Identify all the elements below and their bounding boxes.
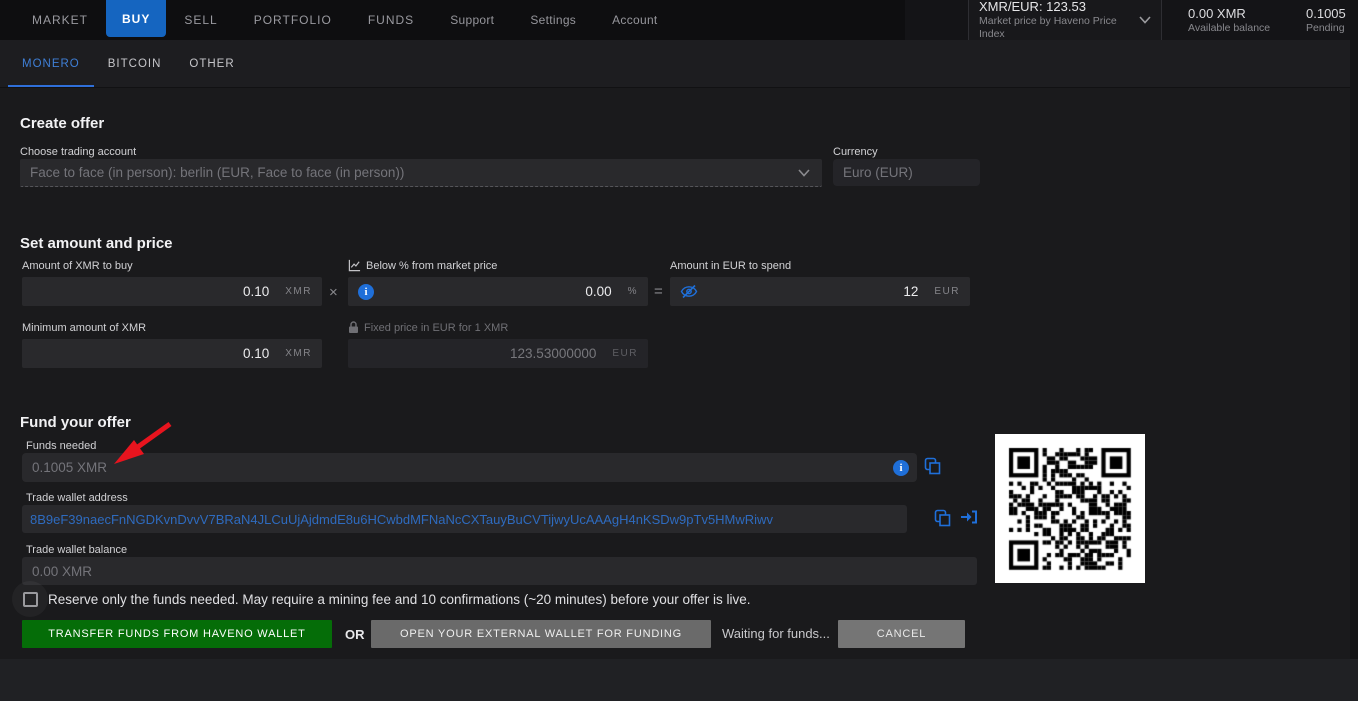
app-window: MARKET BUY SELL PORTFOLIO FUNDS Support … xyxy=(0,0,1350,659)
copy-icon[interactable] xyxy=(934,509,951,527)
chevron-down-icon xyxy=(1139,16,1151,24)
tab-other[interactable]: OTHER xyxy=(175,40,248,87)
nav-item-account[interactable]: Account xyxy=(594,0,675,40)
nav-item-settings[interactable]: Settings xyxy=(512,0,594,40)
nav-item-funds[interactable]: FUNDS xyxy=(350,0,432,40)
fixed-price-label: Fixed price in EUR for 1 XMR xyxy=(364,322,508,334)
copy-icon[interactable] xyxy=(924,457,941,475)
fixed-price-value: 123.53000000 xyxy=(510,346,596,361)
min-amount-suffix: XMR xyxy=(285,348,312,359)
nav-item-sell[interactable]: SELL xyxy=(166,0,235,40)
multiply-operator: × xyxy=(329,284,338,301)
checkbox-ripple xyxy=(12,581,48,617)
info-icon[interactable]: i xyxy=(893,460,909,476)
nav-item-buy[interactable]: BUY xyxy=(106,0,166,37)
amount-eur-label: Amount in EUR to spend xyxy=(670,260,791,272)
waiting-for-funds-text: Waiting for funds... xyxy=(722,626,830,641)
reserve-funds-option: Reserve only the funds needed. May requi… xyxy=(12,581,751,617)
tab-bitcoin[interactable]: BITCOIN xyxy=(94,40,176,87)
min-amount-value: 0.10 xyxy=(243,346,269,361)
amount-xmr-suffix: XMR xyxy=(285,286,312,297)
amount-xmr-label: Amount of XMR to buy xyxy=(22,260,133,272)
market-price-source: Market price by Haveno Price Index xyxy=(979,15,1125,41)
funding-qr-code xyxy=(995,434,1145,583)
min-amount-label: Minimum amount of XMR xyxy=(22,322,146,334)
cancel-button[interactable]: CANCEL xyxy=(838,620,965,648)
amount-xmr-value: 0.10 xyxy=(243,284,269,299)
main-nav: MARKET BUY SELL PORTFOLIO FUNDS Support … xyxy=(14,0,676,40)
amount-price-title: Set amount and price xyxy=(20,235,173,252)
available-balance: 0.00 XMR Available balance xyxy=(1188,6,1288,35)
pct-below-market-label: Below % from market price xyxy=(366,260,497,272)
amount-eur-suffix: EUR xyxy=(934,286,960,297)
reserve-funds-label: Reserve only the funds needed. May requi… xyxy=(48,592,751,607)
eye-slash-icon[interactable] xyxy=(680,284,698,299)
top-navigation: MARKET BUY SELL PORTFOLIO FUNDS Support … xyxy=(0,0,1350,40)
amount-eur-input[interactable]: 12 EUR xyxy=(670,277,970,306)
amount-eur-value: 12 xyxy=(903,284,918,299)
trading-account-value: Face to face (in person): berlin (EUR, F… xyxy=(30,165,404,180)
nav-item-market[interactable]: MARKET xyxy=(14,0,106,40)
open-wallet-icon[interactable] xyxy=(960,509,978,525)
wallet-address-label: Trade wallet address xyxy=(26,492,128,504)
currency-value: Euro (EUR) xyxy=(843,165,913,180)
available-balance-label: Available balance xyxy=(1188,22,1288,35)
market-pair-price: XMR/EUR: 123.53 xyxy=(979,0,1125,14)
tab-monero[interactable]: MONERO xyxy=(8,40,94,87)
red-arrow-annotation xyxy=(106,418,178,470)
or-text: OR xyxy=(345,627,365,642)
pct-below-market-value: 0.00 xyxy=(585,284,611,299)
funds-needed-value: 0.1005 XMR xyxy=(32,460,107,475)
transfer-funds-button[interactable]: TRANSFER FUNDS FROM HAVENO WALLET xyxy=(22,620,332,648)
fixed-price-suffix: EUR xyxy=(612,348,638,359)
create-offer-form: Create offer Choose trading account Face… xyxy=(0,88,1350,659)
market-price-selector[interactable]: XMR/EUR: 123.53 Market price by Haveno P… xyxy=(968,0,1162,46)
currency-field[interactable]: Euro (EUR) xyxy=(833,159,980,186)
equals-operator: = xyxy=(654,283,663,300)
create-offer-title: Create offer xyxy=(20,115,104,132)
market-ticker: XMR/EUR: 123.53 Market price by Haveno P… xyxy=(968,0,1358,40)
wallet-address-field[interactable]: 8B9eF39naecFnNGDKvnDvvV7BRaN4JLCuUjAjdmd… xyxy=(22,505,907,533)
available-balance-value: 0.00 XMR xyxy=(1188,6,1288,21)
wallet-address-value: 8B9eF39naecFnNGDKvnDvvV7BRaN4JLCuUjAjdmd… xyxy=(30,512,773,527)
pct-below-market-input[interactable]: i 0.00 % xyxy=(348,277,648,306)
pct-suffix: % xyxy=(628,286,638,297)
external-wallet-button[interactable]: OPEN YOUR EXTERNAL WALLET FOR FUNDING xyxy=(371,620,711,648)
asset-tabbar: MONERO BITCOIN OTHER xyxy=(0,40,1350,88)
overlay-right-strip xyxy=(1350,0,1358,659)
fixed-price-input: 123.53000000 EUR xyxy=(348,339,648,368)
overlay-bottom-strip xyxy=(0,659,1358,701)
chevron-down-icon xyxy=(798,169,810,177)
chart-icon xyxy=(348,259,361,272)
min-amount-input[interactable]: 0.10 XMR xyxy=(22,339,322,368)
nav-item-portfolio[interactable]: PORTFOLIO xyxy=(236,0,350,40)
amount-xmr-input[interactable]: 0.10 XMR xyxy=(22,277,322,306)
nav-item-support[interactable]: Support xyxy=(432,0,512,40)
wallet-balance-value: 0.00 XMR xyxy=(32,564,92,579)
reserve-funds-checkbox[interactable] xyxy=(23,592,38,607)
lock-icon xyxy=(348,321,359,334)
currency-label: Currency xyxy=(833,146,878,158)
wallet-balance-label: Trade wallet balance xyxy=(26,544,127,556)
info-icon[interactable]: i xyxy=(358,284,374,300)
trading-account-select[interactable]: Face to face (in person): berlin (EUR, F… xyxy=(20,159,822,187)
funds-needed-label: Funds needed xyxy=(26,440,96,452)
trading-account-label: Choose trading account xyxy=(20,146,136,158)
